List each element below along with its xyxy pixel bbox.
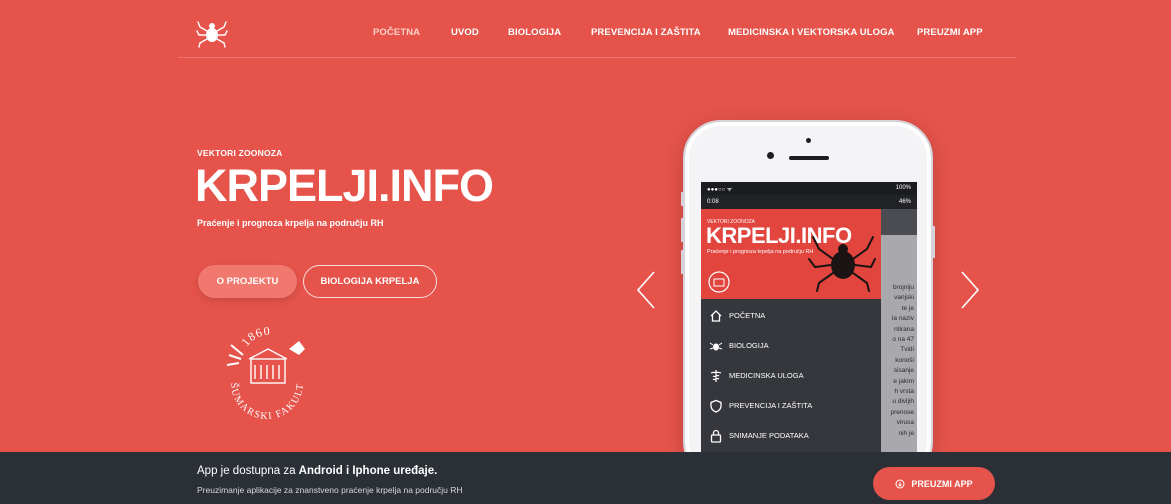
content-line: Tvidi xyxy=(900,346,914,354)
drawer-tagline: Praćenje i prognoza krpelja na području … xyxy=(707,249,814,255)
nav-item-preuzmi-app[interactable]: PREUZMI APP xyxy=(917,27,983,38)
phone-speaker xyxy=(789,156,829,160)
ios-status-bar: ●●●○○ ᯤ 100% xyxy=(701,182,917,195)
content-line: virusa xyxy=(896,419,914,427)
nav-divider xyxy=(178,57,1016,58)
preuzmi-app-button[interactable]: PREUZMI APP xyxy=(873,467,995,500)
tick-illustration-icon xyxy=(808,236,876,292)
content-line: u divljih xyxy=(892,398,914,406)
home-icon xyxy=(710,310,722,322)
content-line: ntirana xyxy=(894,325,914,333)
drawer-seal-icon xyxy=(708,271,730,293)
o-projektu-button[interactable]: O PROJEKTU xyxy=(198,265,297,298)
hero-section: POČETNA UVOD BIOLOGIJA PREVENCIJA I ZAŠT… xyxy=(0,0,1171,452)
caduceus-icon xyxy=(710,370,722,382)
drawer-item-prevencija[interactable]: PREVENCIJA I ZAŠTITA xyxy=(701,391,881,421)
hero-tagline: Praćenje i prognoza krpelja na području … xyxy=(197,218,384,228)
lock-icon xyxy=(710,429,722,443)
content-line: e jakim xyxy=(893,377,914,385)
content-line: konoši xyxy=(895,356,914,364)
svg-text:1860: 1860 xyxy=(238,325,271,349)
phone-camera xyxy=(767,152,774,159)
android-status-bar: 0:08 46% xyxy=(701,195,917,209)
content-line: h vrsta xyxy=(894,388,914,396)
phone-mockup: ●●●○○ ᯤ 100% 0:08 46% brojniju vanjski te … xyxy=(681,120,935,452)
content-line: nih je xyxy=(898,429,914,437)
content-line: o na 47 xyxy=(892,336,914,344)
footer-title: App je dostupna za Android i Iphone uređ… xyxy=(197,465,438,477)
main-nav: POČETNA UVOD BIOLOGIJA PREVENCIJA I ZAŠT… xyxy=(0,0,1171,60)
content-line: la naziv xyxy=(891,315,914,323)
content-line: brojniju xyxy=(893,284,914,291)
shield-icon xyxy=(710,399,722,413)
footer-subtitle: Preuzimanje aplikacije za znanstveno pra… xyxy=(197,485,463,495)
nav-item-uvod[interactable]: UVOD xyxy=(451,27,479,38)
slider-next-arrow-icon[interactable] xyxy=(958,268,982,312)
drawer-item-snimanje-podataka[interactable]: SNIMANJE PODATAKA xyxy=(701,421,881,451)
drawer-item-pocetna[interactable]: POČETNA xyxy=(701,301,881,331)
hero-brand-title: KRPELJI.INFO xyxy=(195,160,494,211)
phone-screen: ●●●○○ ᯤ 100% 0:08 46% brojniju vanjski te … xyxy=(701,182,917,452)
content-line: vanjski xyxy=(894,294,914,302)
nav-item-prevencija[interactable]: PREVENCIJA I ZAŠTITA xyxy=(591,27,701,38)
app-content-preview: brojniju vanjski te je la naziv ntirana o na … xyxy=(881,209,917,452)
drawer-item-medicinska-uloga[interactable]: MEDICINSKA ULOGA xyxy=(701,361,881,391)
app-nav-drawer: VEKTORI ZOONOZA KRPELJI.INFO Praćenje i … xyxy=(701,209,881,452)
content-line: prenose xyxy=(890,408,915,416)
app-download-footer: App je dostupna za Android i Iphone uređ… xyxy=(0,452,1171,504)
biologija-krpelja-button[interactable]: BIOLOGIJA KRPELJA xyxy=(303,265,437,298)
nav-item-medicinska[interactable]: MEDICINSKA I VEKTORSKA ULOGA xyxy=(728,27,895,38)
cloud-download-icon xyxy=(895,479,905,488)
nav-item-biologija[interactable]: BIOLOGIJA xyxy=(508,27,561,38)
drawer-item-biologija[interactable]: BIOLOGIJA xyxy=(701,331,881,361)
tick-icon xyxy=(709,342,723,351)
content-line: te je xyxy=(901,304,914,312)
drawer-header: VEKTORI ZOONOZA KRPELJI.INFO Praćenje i … xyxy=(701,209,881,299)
sumarski-fakultet-seal-icon: 1860 ŠUMARSKI FAKULTET xyxy=(217,325,305,422)
content-line: sisanje xyxy=(893,367,914,375)
nav-item-pocetna[interactable]: POČETNA xyxy=(373,27,420,38)
slider-prev-arrow-icon[interactable] xyxy=(634,268,658,312)
